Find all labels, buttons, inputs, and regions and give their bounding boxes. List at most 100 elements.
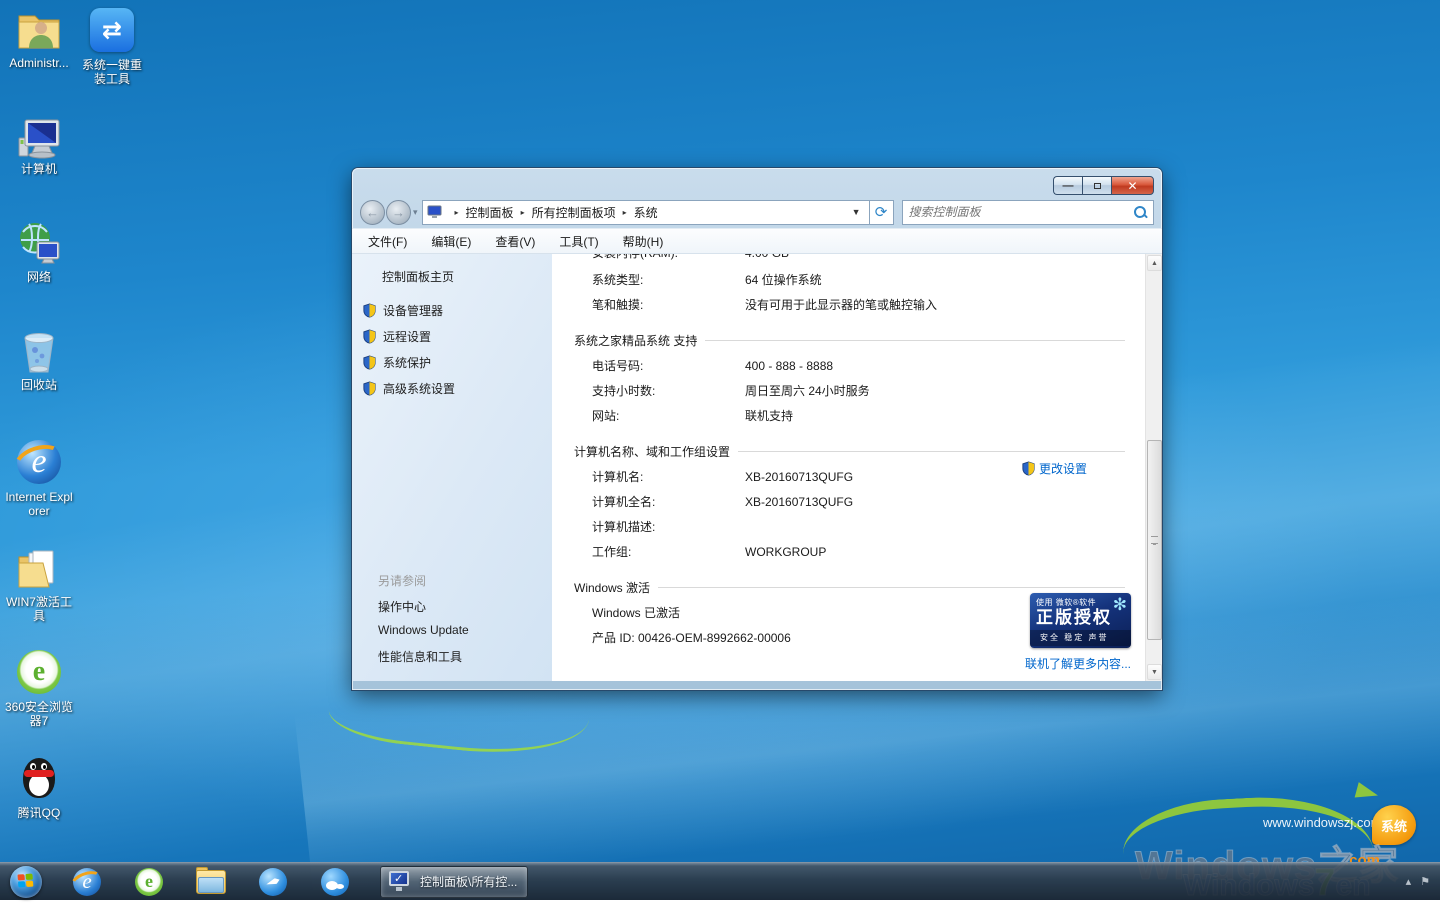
taskbar-360-browser[interactable]: e <box>132 867 166 897</box>
desktop-icon-label: 网络 <box>2 270 76 284</box>
desktop-icon-recycle-bin[interactable]: 回收站 <box>2 328 76 392</box>
activation-status: Windows 已激活 <box>592 604 680 621</box>
title-bar[interactable]: — ✕ <box>352 168 1162 196</box>
user-folder-icon <box>15 6 63 54</box>
desktop-icon-label: 系统一键重装工具 <box>78 58 146 86</box>
scroll-up-icon[interactable]: ▲ <box>1147 255 1162 271</box>
system-tray: ▴ ⚑ <box>1406 875 1430 888</box>
sidebar-item-performance-tools[interactable]: 性能信息和工具 <box>378 648 462 665</box>
support-value: 400 - 888 - 8888 <box>745 359 833 373</box>
desktop-icon-network[interactable]: 网络 <box>2 220 76 284</box>
uac-shield-icon <box>362 303 377 318</box>
support-row: 网站: 联机支持 <box>552 403 1145 428</box>
menu-help[interactable]: 帮助(H) <box>623 233 664 250</box>
support-row: 支持小时数: 周日至周六 24小时服务 <box>552 378 1145 403</box>
reinstall-tool-icon: ⇄ <box>88 8 136 56</box>
menu-tools[interactable]: 工具(T) <box>559 233 598 250</box>
minimize-button[interactable]: — <box>1053 176 1082 195</box>
breadcrumb-separator: ▸ <box>521 208 525 217</box>
taskbar-windows-explorer[interactable] <box>194 867 228 897</box>
sidebar-item-windows-update[interactable]: Windows Update <box>378 623 469 637</box>
desktop-icon-computer[interactable]: 计算机 <box>2 112 76 176</box>
computer-description-row: 计算机描述: <box>552 514 1145 539</box>
back-button[interactable]: ← <box>360 200 385 225</box>
vertical-scrollbar[interactable]: ▲ ▼ <box>1145 254 1162 681</box>
breadcrumb-control-panel[interactable]: 控制面板 <box>466 204 514 221</box>
support-label: 网站: <box>592 407 745 424</box>
address-dropdown-icon[interactable]: ▼ <box>848 207 865 217</box>
support-value: 周日至周六 24小时服务 <box>745 382 870 399</box>
badge-line2: 正版授权 <box>1036 608 1125 628</box>
sidebar-item-control-panel-home[interactable]: 控制面板主页 <box>382 268 454 285</box>
menu-view[interactable]: 查看(V) <box>495 233 535 250</box>
row-value: XB-20160713QUFG <box>745 495 853 509</box>
desktop-icon-360-browser[interactable]: e 360安全浏览器7 <box>2 648 76 728</box>
scrollbar-grip <box>1151 536 1158 544</box>
hidden-icons-chevron-icon[interactable]: ▴ <box>1406 875 1412 888</box>
desktop-icon-label: 计算机 <box>2 162 76 176</box>
close-button[interactable]: ✕ <box>1111 176 1154 195</box>
action-center-flag-icon[interactable]: ⚑ <box>1420 875 1430 888</box>
sidebar-item-device-manager[interactable]: 设备管理器 <box>362 302 443 319</box>
refresh-button[interactable]: ⟳ <box>870 200 894 225</box>
genuine-microsoft-badge: 使用 微软®软件 正版授权 安全 稳定 声誉 ✻ <box>1030 593 1131 648</box>
taskbar-active-window-button[interactable]: ✓ 控制面板\所有控... <box>380 866 528 898</box>
desktop-icon-label: WIN7激活工具 <box>2 595 76 623</box>
watermark-site-url: www.windowszj.com <box>1263 815 1381 830</box>
spec-value: 4.00 GB <box>745 254 789 260</box>
breadcrumb-system[interactable]: 系统 <box>634 204 658 221</box>
scrollbar-thumb[interactable] <box>1147 440 1162 640</box>
row-label: 工作组: <box>592 543 745 560</box>
online-support-link[interactable]: 联机支持 <box>745 407 793 424</box>
menu-file[interactable]: 文件(F) <box>368 233 407 250</box>
sidebar-item-advanced-settings[interactable]: 高级系统设置 <box>362 380 455 397</box>
row-label: 计算机全名: <box>592 493 745 510</box>
desktop-icon-administrator[interactable]: Administr... <box>2 6 76 70</box>
restore-button[interactable] <box>1082 176 1111 195</box>
search-input[interactable] <box>909 205 1134 219</box>
spec-row: 系统类型: 64 位操作系统 <box>552 267 1145 292</box>
address-bar[interactable]: ▸ 控制面板 ▸ 所有控制面板项 ▸ 系统 ▼ <box>422 200 870 225</box>
sidebar-item-system-protection[interactable]: 系统保护 <box>362 354 431 371</box>
sidebar-item-remote-settings[interactable]: 远程设置 <box>362 328 431 345</box>
spec-label: 安装内存(RAM): <box>592 254 745 261</box>
sidebar-item-label: 设备管理器 <box>383 302 443 319</box>
start-button[interactable] <box>10 866 42 898</box>
control-panel-window-icon: ✓ <box>387 871 413 893</box>
uac-shield-icon <box>362 355 377 370</box>
breadcrumb-all-items[interactable]: 所有控制面板项 <box>532 204 616 221</box>
address-computer-icon <box>427 205 443 219</box>
compass-browser-icon <box>259 868 287 896</box>
recycle-bin-icon <box>15 328 63 376</box>
spec-label: 系统类型: <box>592 271 745 288</box>
desktop-icon-tencent-qq[interactable]: 腾讯QQ <box>2 756 76 820</box>
breadcrumb-separator: ▸ <box>455 208 459 217</box>
sidebar: 控制面板主页 设备管理器 远程设置 系统保护 高级系统设置 另请参阅 <box>352 254 552 681</box>
taskbar-internet-explorer[interactable]: e <box>70 867 104 897</box>
support-label: 支持小时数: <box>592 382 745 399</box>
ie-icon: e <box>15 440 63 488</box>
desktop: Administr... ⇄ 系统一键重装工具 计算机 <box>0 0 1440 900</box>
taskbar-compass-browser[interactable] <box>256 867 290 897</box>
sidebar-see-also-header: 另请参阅 <box>378 572 426 589</box>
network-icon <box>15 220 63 268</box>
taskbar-qq-browser[interactable] <box>318 867 352 897</box>
forward-button[interactable]: → <box>386 200 411 225</box>
search-box[interactable] <box>902 200 1154 225</box>
scroll-down-icon[interactable]: ▼ <box>1147 664 1162 680</box>
sidebar-item-action-center[interactable]: 操作中心 <box>378 598 426 615</box>
computer-fullname-row: 计算机全名: XB-20160713QUFG <box>552 489 1145 514</box>
desktop-icon-win7-activator[interactable]: WIN7激活工具 <box>2 545 76 623</box>
menu-bar: 文件(F) 编辑(E) 查看(V) 工具(T) 帮助(H) <box>352 228 1162 254</box>
learn-more-online-link[interactable]: 联机了解更多内容... <box>1025 655 1131 672</box>
qq-browser-icon <box>321 868 349 896</box>
spec-row: 笔和触摸: 没有可用于此显示器的笔或触控输入 <box>552 292 1145 317</box>
ie-icon: e <box>73 868 101 896</box>
menu-edit[interactable]: 编辑(E) <box>431 233 471 250</box>
desktop-icon-reinstall-tool[interactable]: ⇄ 系统一键重装工具 <box>78 6 146 86</box>
desktop-icon-internet-explorer[interactable]: e Internet Explorer <box>2 438 76 518</box>
product-id: 产品 ID: 00426-OEM-8992662-00006 <box>592 629 791 646</box>
history-dropdown-icon[interactable]: ▾ <box>413 207 418 218</box>
change-settings-link[interactable]: 更改设置 <box>1021 460 1087 477</box>
system-info-panel: 安装内存(RAM): 4.00 GB 系统类型: 64 位操作系统 笔和触摸: … <box>552 254 1145 681</box>
